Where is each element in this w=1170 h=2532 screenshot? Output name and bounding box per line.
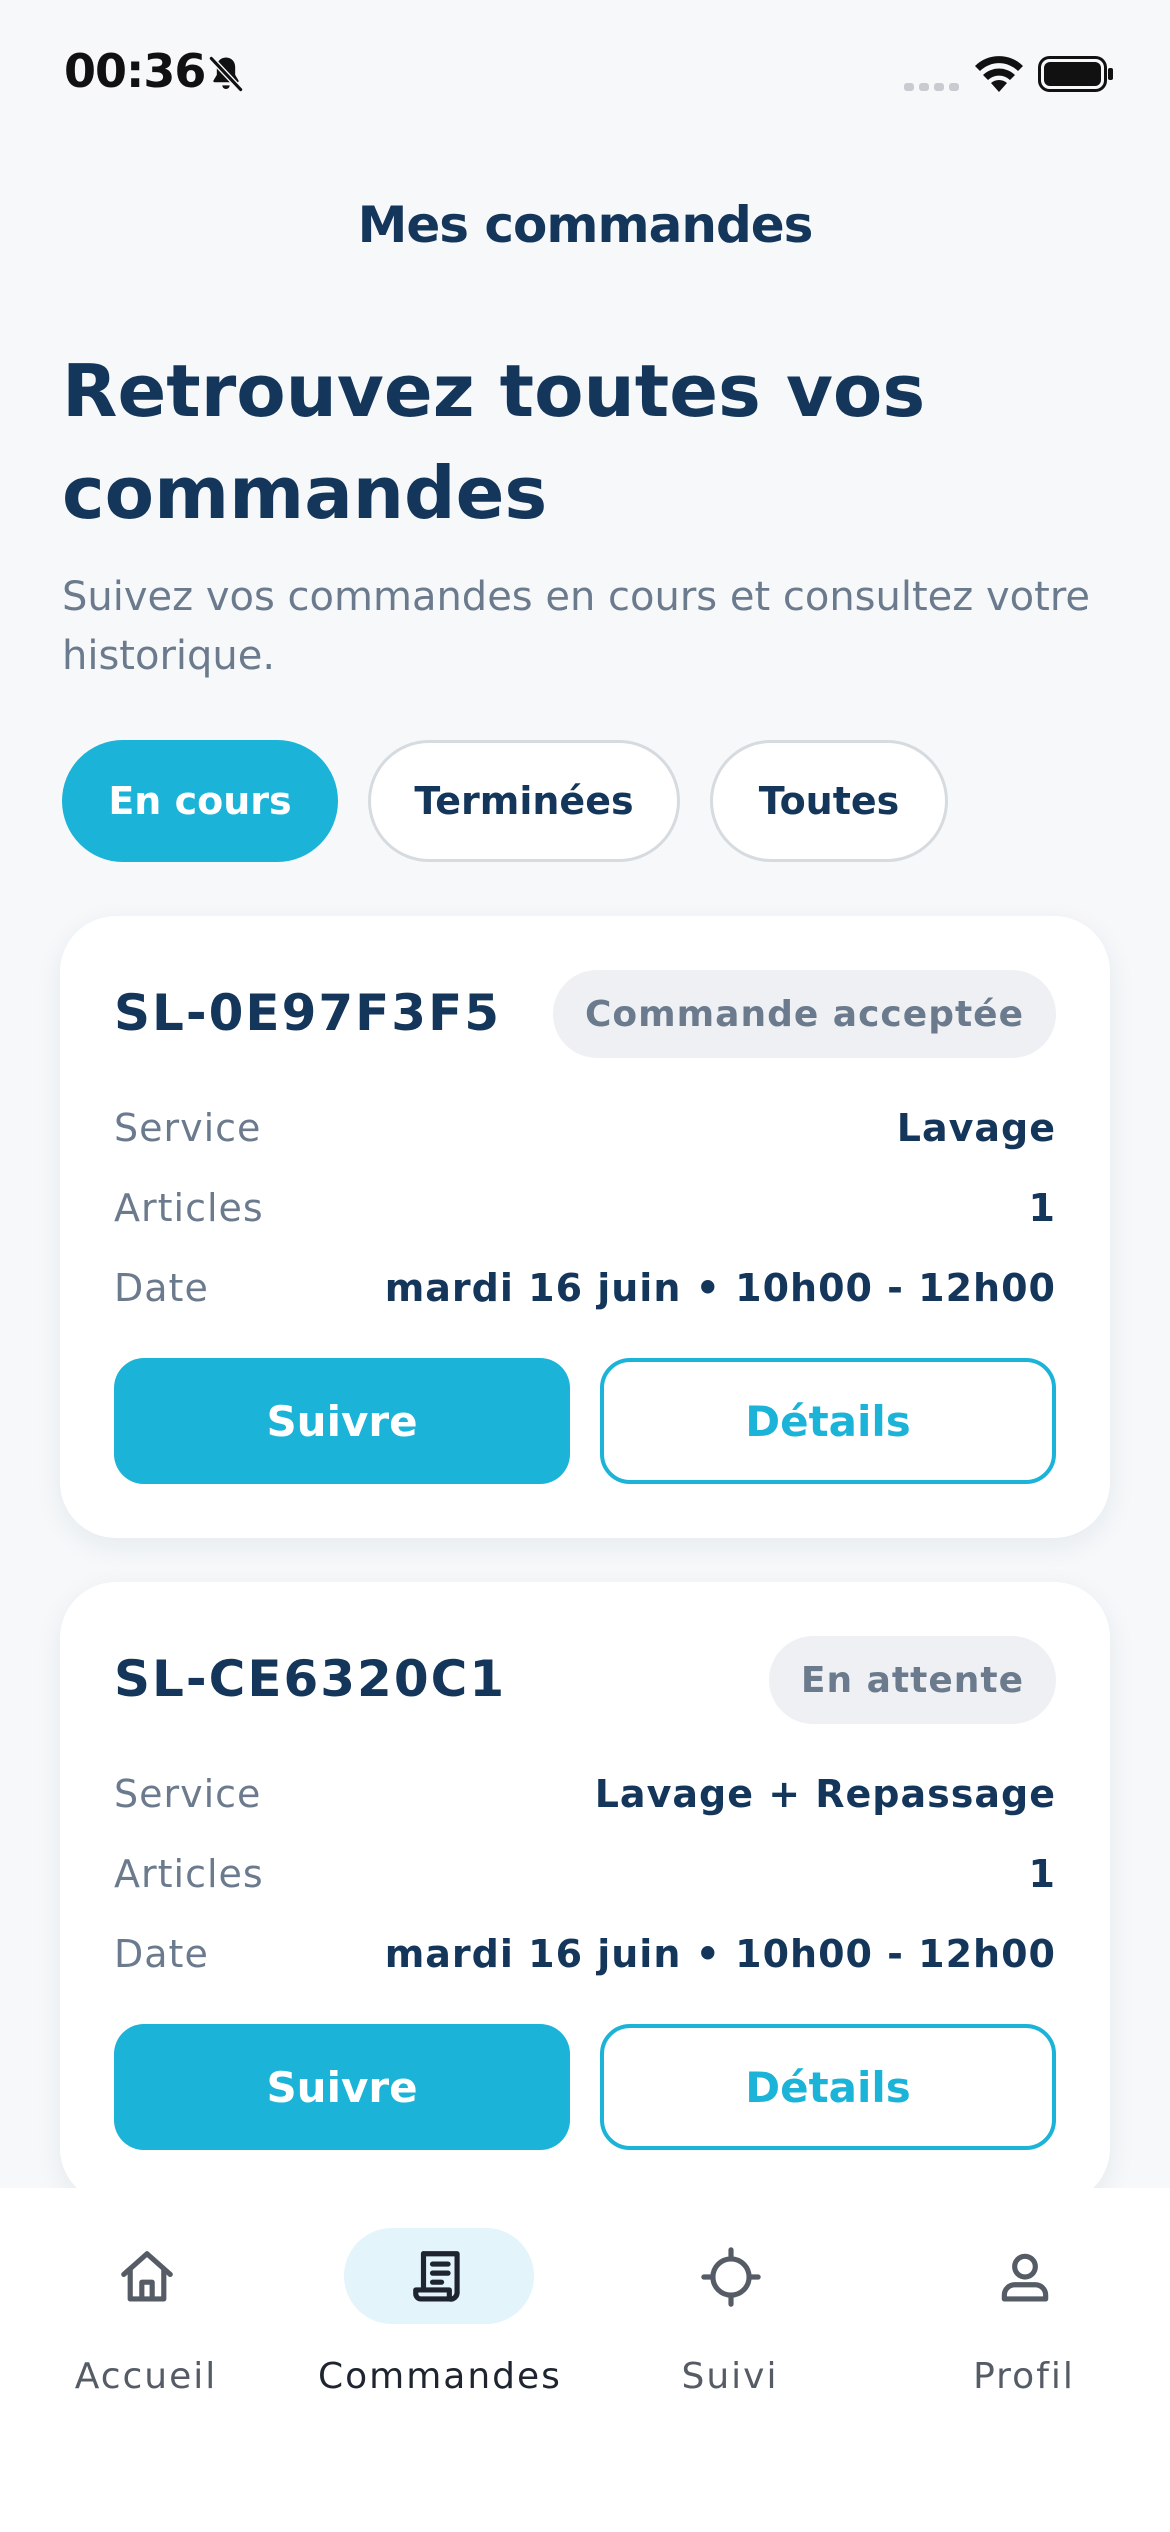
tab-bar-item-profil[interactable]: Profil	[904, 2228, 1144, 2428]
order-id: SL-CE6320C1	[114, 1650, 507, 1708]
row-value: 1	[1028, 1852, 1056, 1896]
order-card: SL-CE6320C1 En attente Service Lavage + …	[60, 1582, 1110, 2204]
tab-bar-label: Commandes	[318, 2356, 562, 2397]
order-row-service: Service Lavage + Repassage	[114, 1766, 1056, 1822]
track-button[interactable]: Suivre	[114, 1358, 570, 1484]
track-button[interactable]: Suivre	[114, 2024, 570, 2150]
page-subtitle: Suivez vos commandes en cours et consult…	[62, 574, 1090, 679]
row-value: 1	[1028, 1186, 1056, 1230]
order-row-articles: Articles 1	[114, 1846, 1056, 1902]
status-time: 00:36	[64, 44, 206, 98]
home-icon	[121, 2251, 173, 2302]
receipt-icon	[413, 2251, 460, 2302]
crosshair-icon	[701, 2247, 761, 2307]
battery-icon	[1038, 56, 1113, 92]
tab-bar-item-accueil[interactable]: Accueil	[26, 2228, 266, 2428]
row-label: Articles	[114, 1852, 264, 1896]
tab-bar-item-suivi[interactable]: Suivi	[610, 2228, 850, 2428]
row-label: Service	[114, 1106, 262, 1150]
user-icon	[1001, 2253, 1049, 2302]
row-value: Lavage	[896, 1106, 1056, 1150]
row-label: Date	[114, 1932, 209, 1976]
row-value: mardi 16 juin • 10h00 - 12h00	[384, 1266, 1056, 1310]
order-id: SL-0E97F3F5	[114, 984, 502, 1042]
row-label: Service	[114, 1772, 262, 1816]
page-title: Mes commandes	[357, 196, 814, 254]
row-label: Date	[114, 1266, 209, 1310]
status-bar: 00:36	[0, 0, 1170, 140]
row-value: mardi 16 juin • 10h00 - 12h00	[384, 1932, 1056, 1976]
page-heading: Retrouvez toutes vos commandes	[62, 349, 926, 535]
order-row-service: Service Lavage	[114, 1100, 1056, 1156]
tab-terminees[interactable]: Terminées	[368, 740, 680, 862]
tab-bar-item-commandes[interactable]: Commandes	[318, 2228, 562, 2428]
order-row-date: Date mardi 16 juin • 10h00 - 12h00	[114, 1926, 1056, 1982]
tab-bar-label: Profil	[973, 2356, 1075, 2397]
tab-toutes[interactable]: Toutes	[710, 740, 948, 862]
details-button[interactable]: Détails	[600, 1358, 1056, 1484]
row-value: Lavage + Repassage	[594, 1772, 1056, 1816]
tab-en-cours[interactable]: En cours	[62, 740, 338, 862]
bottom-tab-bar: Accueil Commandes Suivi Profil	[0, 2188, 1170, 2532]
status-badge: Commande acceptée	[552, 970, 1056, 1058]
tab-bar-label: Suivi	[681, 2356, 779, 2397]
signal-icon	[904, 83, 959, 91]
details-button[interactable]: Détails	[600, 2024, 1056, 2150]
order-row-date: Date mardi 16 juin • 10h00 - 12h00	[114, 1260, 1056, 1316]
bell-slash-icon	[209, 56, 243, 92]
order-card: SL-0E97F3F5 Commande acceptée Service La…	[60, 916, 1110, 1538]
order-row-articles: Articles 1	[114, 1180, 1056, 1236]
tab-bar-label: Accueil	[74, 2356, 218, 2397]
row-label: Articles	[114, 1186, 264, 1230]
status-badge: En attente	[768, 1636, 1056, 1724]
wifi-icon	[975, 56, 1023, 92]
